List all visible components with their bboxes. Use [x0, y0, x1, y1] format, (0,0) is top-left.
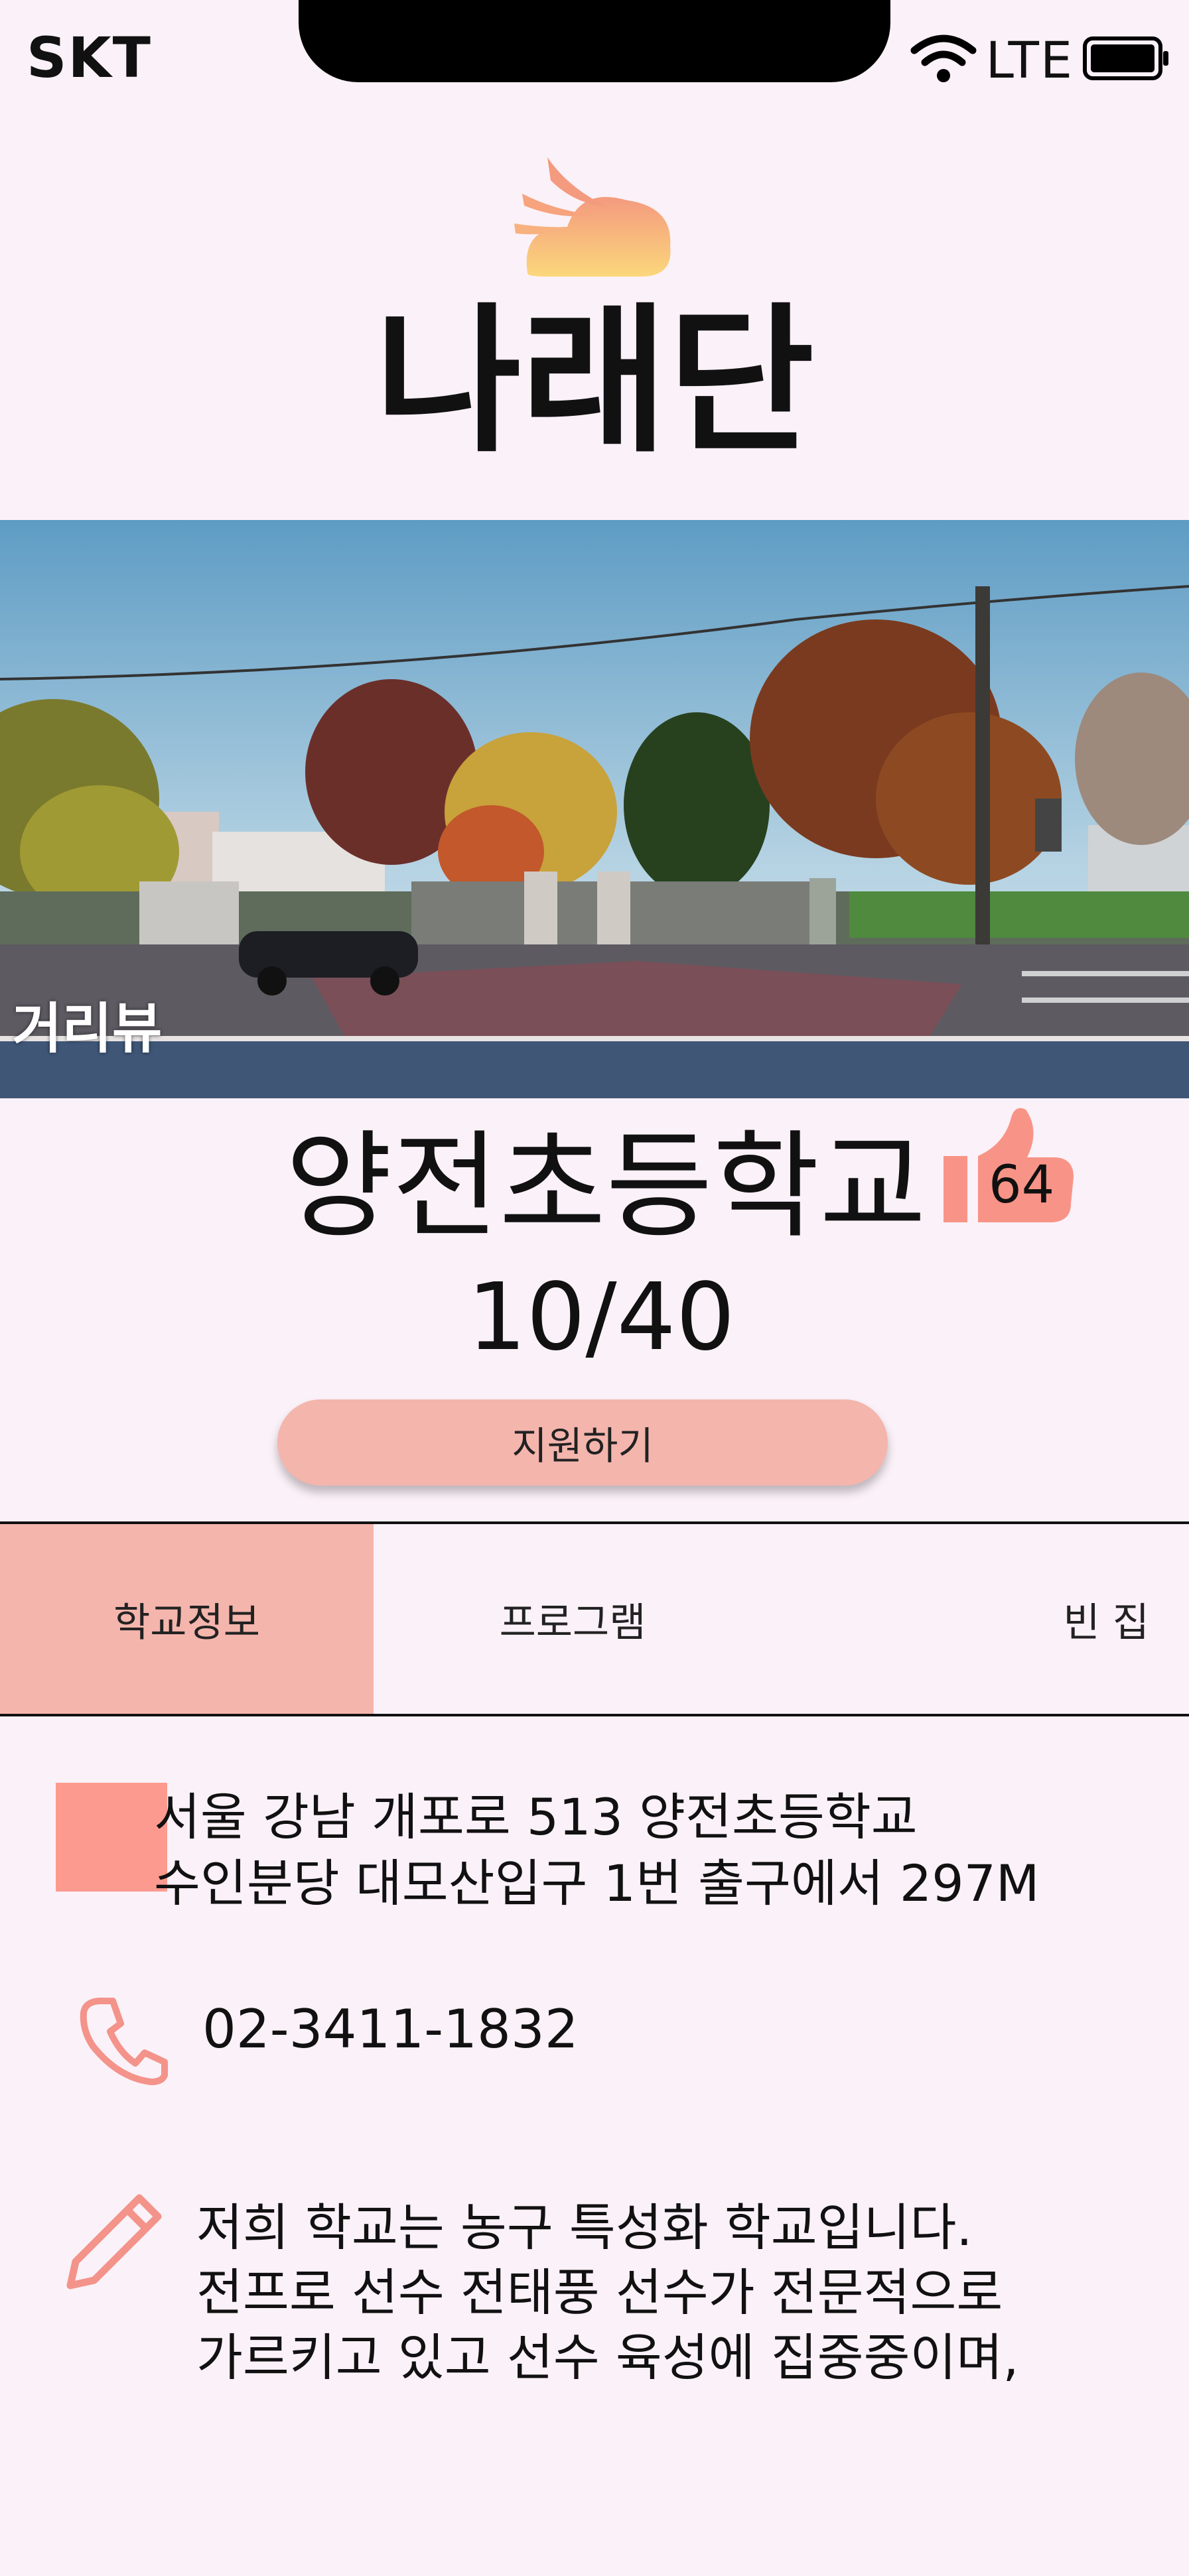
app-title: 나래단: [374, 289, 815, 474]
street-scene: [0, 520, 1189, 1098]
street-view-image[interactable]: 거리뷰: [0, 520, 1189, 1098]
address-block: 서울 강남 개포로 513 양전초등학교 수인분당 대모산입구 1번 출구에서 …: [154, 1784, 1040, 1917]
status-icons: LTE: [910, 31, 1170, 90]
description-line: 전프로 선수 전태풍 선수가 전문적으로: [196, 2263, 1003, 2322]
address-line: 서울 강남 개포로 513 양전초등학교: [154, 1787, 918, 1846]
network-label: LTE: [985, 30, 1074, 90]
description-line: 가르키고 있고 선수 육성에 집중중이며,: [196, 2328, 1019, 2387]
carrier-label: SKT: [27, 25, 152, 90]
cloud-wings-icon: [508, 147, 680, 283]
pencil-icon: [61, 2189, 167, 2297]
battery-icon: [1083, 36, 1170, 83]
like-count: 64: [989, 1155, 1055, 1215]
status-bar: SKT LTE: [0, 0, 1189, 93]
school-description: 저희 학교는 농구 특성화 학교입니다. 전프로 선수 전태풍 선수가 전문적으…: [196, 2195, 1019, 2390]
school-name: 양전초등학교: [285, 1120, 926, 1254]
device-notch: [299, 0, 890, 82]
description-line: 저희 학교는 농구 특성화 학교입니다.: [196, 2198, 973, 2257]
tab-program[interactable]: 프로그램: [374, 1524, 772, 1714]
wifi-icon: [910, 33, 977, 86]
phone-number[interactable]: 02-3411-1832: [202, 1996, 579, 2063]
capacity-count: 10/40: [467, 1263, 735, 1372]
tab-school-info[interactable]: 학교정보: [0, 1524, 374, 1714]
app-header: 나래단: [0, 139, 1189, 471]
phone-icon[interactable]: [78, 1993, 171, 2089]
directions-line: 수인분당 대모산입구 1번 출구에서 297M: [154, 1854, 1040, 1913]
thumbs-up-icon: [941, 1108, 1074, 1233]
tab-bar: 학교정보 프로그램 빈 집: [0, 1521, 1189, 1716]
tab-empty-house[interactable]: 빈 집: [772, 1524, 1189, 1714]
apply-button[interactable]: 지원하기: [277, 1399, 888, 1486]
street-view-label: 거리뷰: [12, 998, 163, 1061]
location-marker-icon: [56, 1783, 167, 1892]
